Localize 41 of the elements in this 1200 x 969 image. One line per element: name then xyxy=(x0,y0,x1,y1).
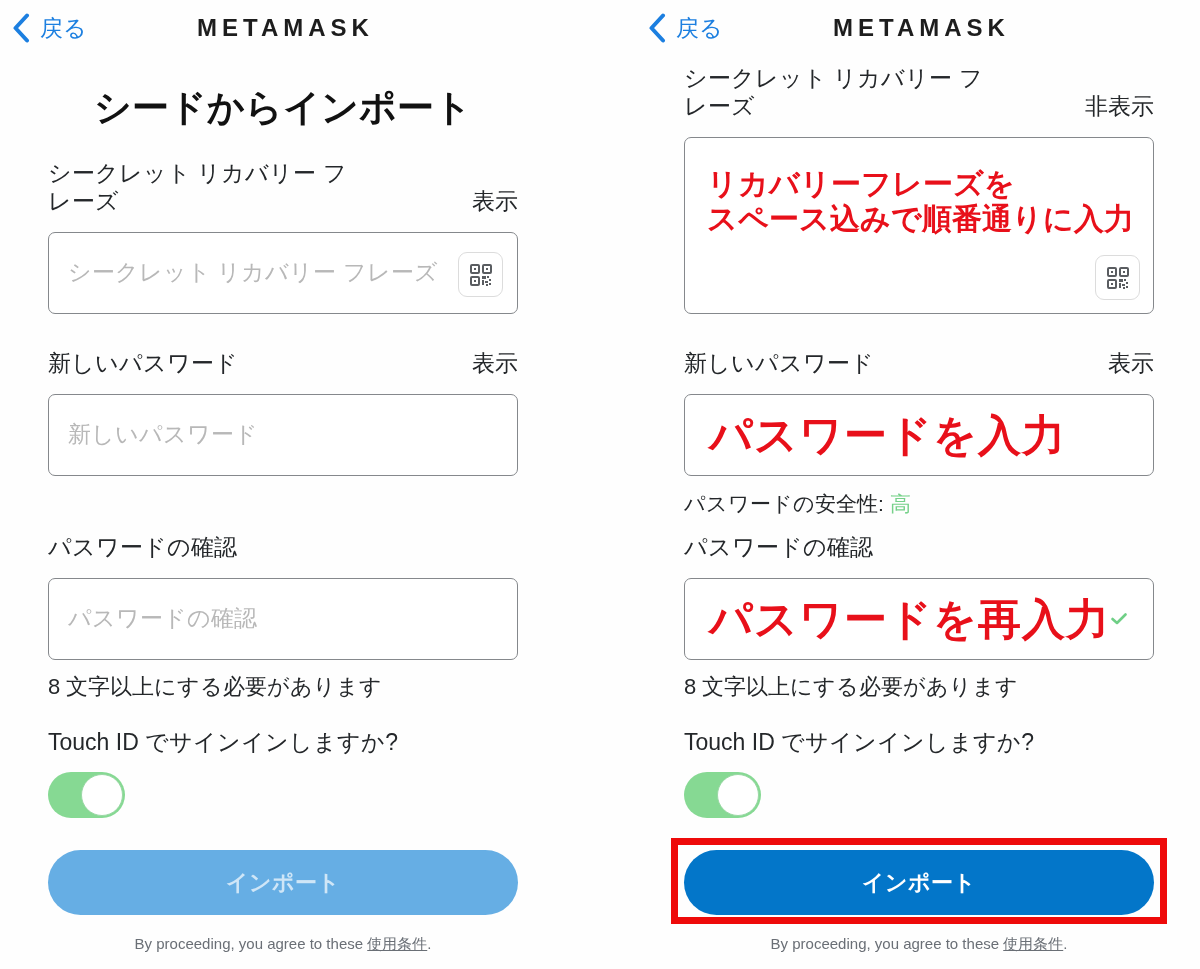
annotation-text: スペース込みで順番通りに入力 xyxy=(706,201,1134,236)
qr-scan-button[interactable] xyxy=(1095,255,1140,300)
terms-notice: By proceeding, you agree to these 使用条件. xyxy=(133,934,433,954)
qr-scan-button[interactable] xyxy=(458,252,503,297)
terms-link[interactable]: 使用条件 xyxy=(367,935,428,952)
visibility-toggle[interactable]: 表示 xyxy=(1108,349,1154,377)
password-hint: 8 文字以上にする必要があります xyxy=(684,674,1020,700)
app-title: METAMASK xyxy=(197,12,374,43)
password-hint: 8 文字以上にする必要があります xyxy=(48,674,384,700)
field-label: 新しいパスワード xyxy=(48,349,238,377)
touch-id-switch[interactable] xyxy=(48,772,125,818)
qr-code-icon xyxy=(468,262,493,287)
field-label: シークレット リカバリー フレーズ xyxy=(48,159,347,215)
visibility-toggle[interactable]: 表示 xyxy=(472,187,518,215)
back-button[interactable]: 戻る xyxy=(12,12,87,43)
terms-notice: By proceeding, you agree to these 使用条件. xyxy=(769,934,1069,954)
recovery-phrase-field[interactable]: リカバリーフレーズを スペース込みで順番通りに入力 xyxy=(684,137,1154,314)
field-label: 新しいパスワード xyxy=(684,349,874,377)
chevron-left-icon xyxy=(648,12,666,43)
password-strength-text: パスワードの安全性: 高 xyxy=(684,491,912,517)
checkmark-icon xyxy=(1111,613,1127,625)
visibility-toggle[interactable]: 表示 xyxy=(472,349,518,377)
confirm-password-field[interactable]: パスワードを再入力 xyxy=(684,578,1154,660)
import-button[interactable]: インポート xyxy=(684,850,1154,915)
annotation-text: リカバリーフレーズを xyxy=(706,166,1015,201)
touch-id-label: Touch ID でサインインしますか? xyxy=(684,728,1035,756)
page-heading: シードからインポート xyxy=(93,86,473,130)
new-password-field[interactable]: パスワードを入力 xyxy=(684,394,1154,476)
field-label: パスワードの確認 xyxy=(684,533,873,561)
field-label: パスワードの確認 xyxy=(48,533,237,561)
touch-id-label: Touch ID でサインインしますか? xyxy=(48,728,399,756)
back-button[interactable]: 戻る xyxy=(648,12,723,43)
field-label: シークレット リカバリー フレーズ xyxy=(684,64,983,120)
app-title: METAMASK xyxy=(833,12,1010,43)
chevron-left-icon xyxy=(12,12,30,43)
terms-link[interactable]: 使用条件 xyxy=(1003,935,1064,952)
touch-id-switch[interactable] xyxy=(684,772,761,818)
annotation-text: パスワードを入力 xyxy=(706,410,1066,461)
annotation-text: パスワードを再入力 xyxy=(706,594,1110,645)
qr-code-icon xyxy=(1105,265,1130,290)
visibility-toggle[interactable]: 非表示 xyxy=(1085,92,1154,120)
